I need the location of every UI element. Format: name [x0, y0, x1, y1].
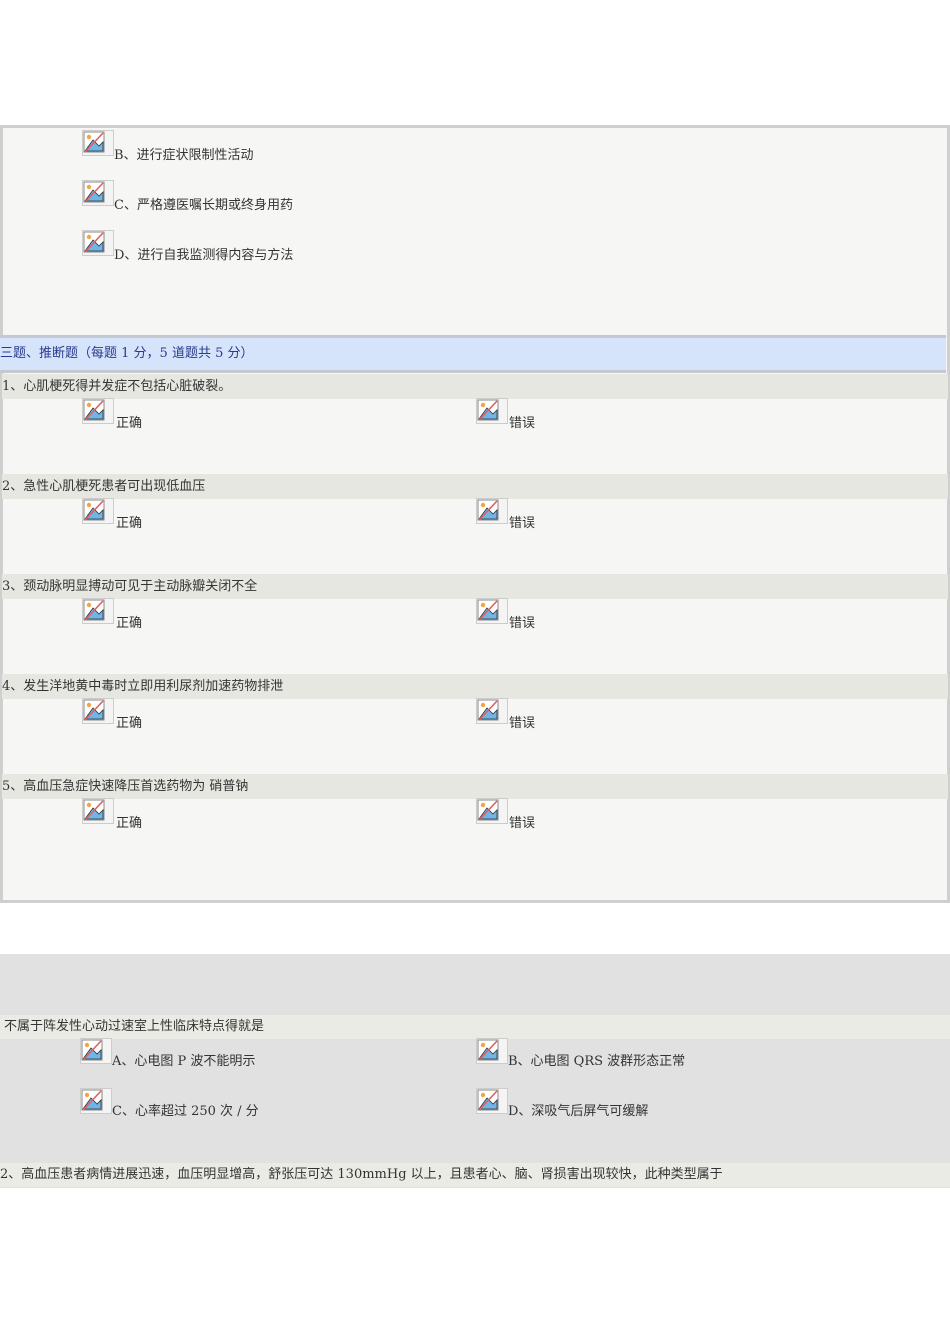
option-label: B、心电图 QRS 波群形态正常	[508, 1054, 686, 1069]
radio-image-icon[interactable]	[82, 230, 114, 256]
radio-image-icon[interactable]	[82, 130, 114, 156]
radio-image-icon[interactable]	[82, 398, 114, 424]
radio-image-icon[interactable]	[476, 1088, 508, 1114]
question-text: 1、心肌梗死得并发症不包括心脏破裂。	[2, 374, 948, 399]
question-text: 4、发生洋地黄中毒时立即用利尿剂加速药物排泄	[2, 674, 948, 699]
question-text: 不属于阵发性心动过速室上性临床特点得就是	[0, 1015, 950, 1039]
option-label: 错误	[509, 416, 536, 431]
radio-image-icon[interactable]	[82, 180, 114, 206]
option-label: D、深吸气后屏气可缓解	[508, 1104, 649, 1119]
option-label: A、心电图 P 波不能明示	[112, 1054, 256, 1069]
radio-image-icon[interactable]	[476, 498, 508, 524]
option-label: C、严格遵医嘱长期或终身用药	[114, 198, 293, 213]
radio-image-icon[interactable]	[476, 598, 508, 624]
radio-image-icon[interactable]	[82, 698, 114, 724]
question-text: 5、高血压急症快速降压首选药物为 硝普钠	[2, 774, 948, 799]
option-label: 正确	[116, 416, 143, 431]
option-label: 正确	[116, 616, 143, 631]
radio-image-icon[interactable]	[82, 798, 114, 824]
radio-image-icon[interactable]	[476, 398, 508, 424]
option-label: 错误	[509, 716, 536, 731]
option-label: 正确	[116, 816, 143, 831]
option-label: C、心率超过 250 次 / 分	[112, 1104, 259, 1119]
question-text: 2、急性心肌梗死患者可出现低血压	[2, 474, 948, 499]
radio-image-icon[interactable]	[476, 698, 508, 724]
radio-image-icon[interactable]	[80, 1088, 112, 1114]
question-text: 3、颈动脉明显搏动可见于主动脉瓣关闭不全	[2, 574, 948, 599]
radio-image-icon[interactable]	[476, 798, 508, 824]
question-text: 2、高血压患者病情进展迅速，血压明显增高，舒张压可达 130mmHg 以上，且患…	[0, 1163, 950, 1187]
radio-image-icon[interactable]	[82, 498, 114, 524]
option-label: D、进行自我监测得内容与方法	[114, 248, 294, 263]
option-label: 正确	[116, 516, 143, 531]
radio-image-icon[interactable]	[476, 1038, 508, 1064]
option-label: 正确	[116, 716, 143, 731]
question-panel-2	[0, 954, 950, 1188]
option-label: 错误	[509, 816, 536, 831]
section-header: 三题、推断题（每题 1 分，5 道题共 5 分）	[0, 335, 946, 373]
option-label: 错误	[509, 616, 536, 631]
option-label: B、进行症状限制性活动	[114, 148, 254, 163]
radio-image-icon[interactable]	[80, 1038, 112, 1064]
option-label: 错误	[509, 516, 536, 531]
radio-image-icon[interactable]	[82, 598, 114, 624]
